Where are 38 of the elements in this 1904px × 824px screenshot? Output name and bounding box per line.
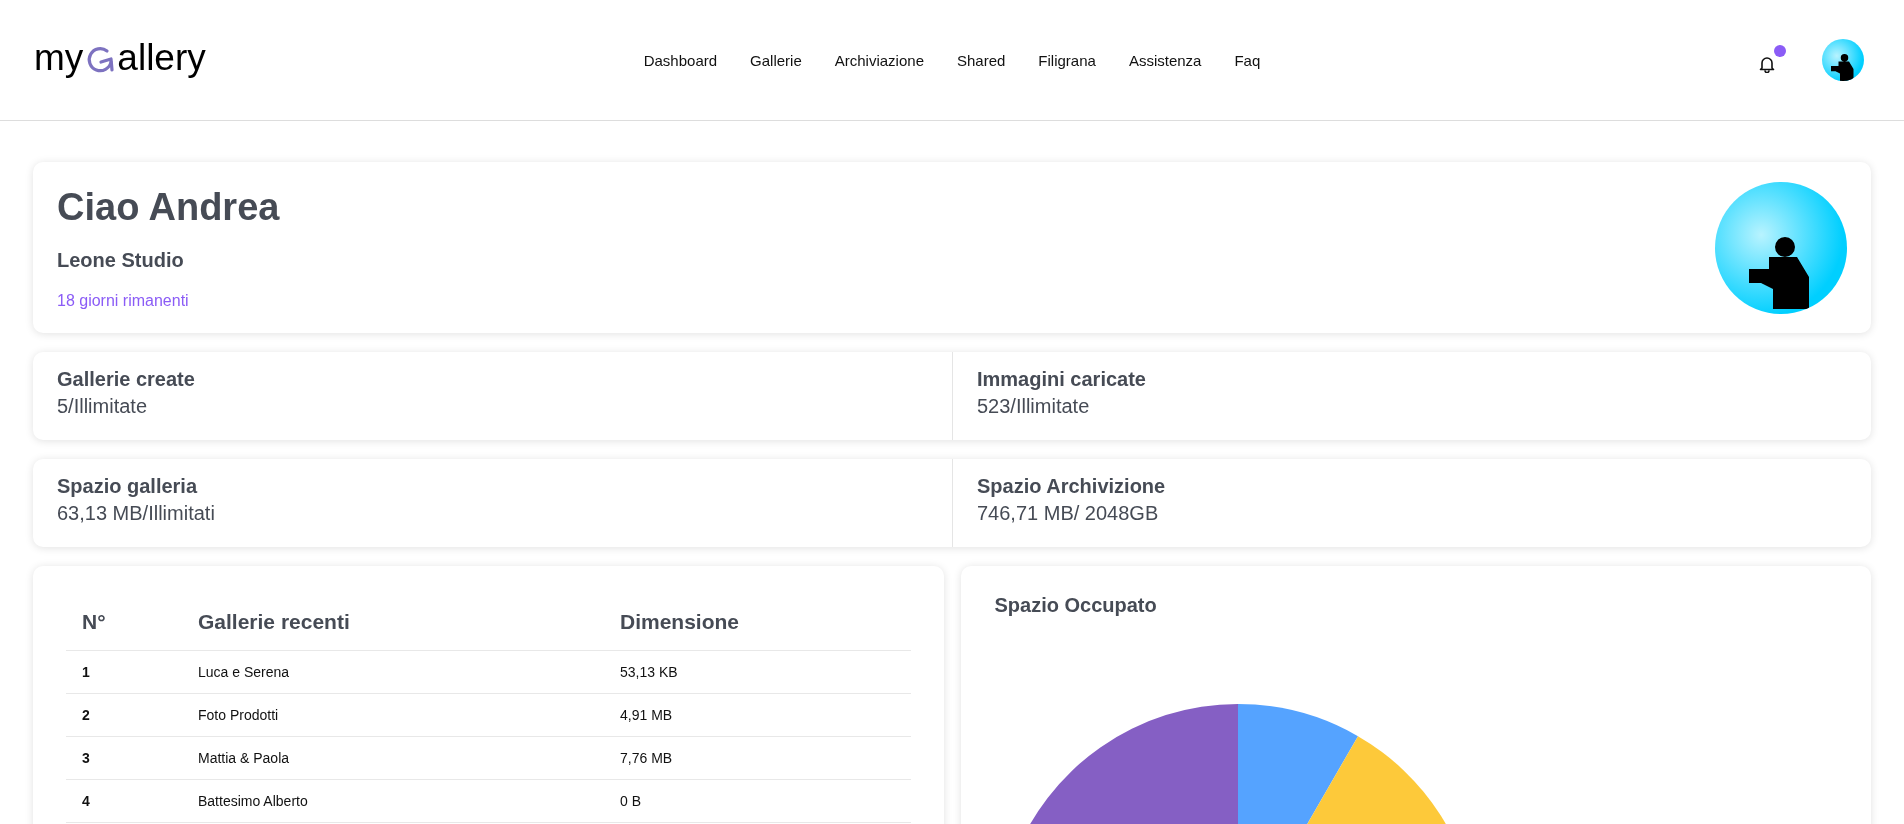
trial-days-remaining: 18 giorni rimanenti <box>57 291 190 310</box>
studio-name: Leone Studio <box>57 248 185 272</box>
table-cell: 4,91 MB <box>604 693 911 737</box>
table-cell: Mattia & Paola <box>182 736 604 780</box>
table-cell: 1 <box>66 650 182 694</box>
column-header: N° <box>66 596 182 651</box>
chart-title: Spazio Occupato <box>994 594 1158 617</box>
table-cell: 53,13 KB <box>604 650 911 694</box>
table-cell: 2 <box>66 693 182 737</box>
stat-label: Spazio Archivizione <box>977 475 1167 498</box>
column-header: Gallerie recenti <box>182 596 604 651</box>
bell-icon <box>1758 55 1776 73</box>
avatar[interactable] <box>1822 39 1864 81</box>
stat-label: Gallerie create <box>57 368 196 391</box>
stat-value: 5/Illimitate <box>57 395 149 418</box>
table-cell: 3 <box>66 736 182 780</box>
nav-link[interactable]: Assistenza <box>1128 51 1202 69</box>
table-cell: Battesimo Alberto <box>182 779 604 823</box>
logo[interactable]: my allery <box>34 38 206 82</box>
nav-link[interactable]: Filigrana <box>1038 51 1096 69</box>
stat-value: 63,13 MB/Illimitati <box>57 502 216 525</box>
nav-link[interactable]: Dashboard <box>643 51 718 69</box>
table-cell: 0 B <box>604 779 911 823</box>
nav-link[interactable]: Shared <box>957 51 1006 69</box>
table-cell: Foto Prodotti <box>182 693 604 737</box>
nav-link[interactable]: Faq <box>1234 51 1261 69</box>
column-header: Dimensione <box>604 596 911 651</box>
stat-label: Spazio galleria <box>57 475 199 498</box>
nav-link[interactable]: Gallerie <box>750 51 802 69</box>
stat-value: 746,71 MB/ 2048GB <box>977 502 1160 525</box>
table-cell: Luca e Serena <box>182 650 604 694</box>
table-cell: 4 <box>66 779 182 823</box>
nav-link[interactable]: Archiviazione <box>834 51 924 69</box>
greeting: Ciao Andrea <box>57 185 280 229</box>
table-cell: 7,76 MB <box>604 736 911 780</box>
stat-label: Immagini caricate <box>977 368 1147 391</box>
stat-value: 523/Illimitate <box>977 395 1091 418</box>
circular-arrow-icon <box>85 45 116 75</box>
